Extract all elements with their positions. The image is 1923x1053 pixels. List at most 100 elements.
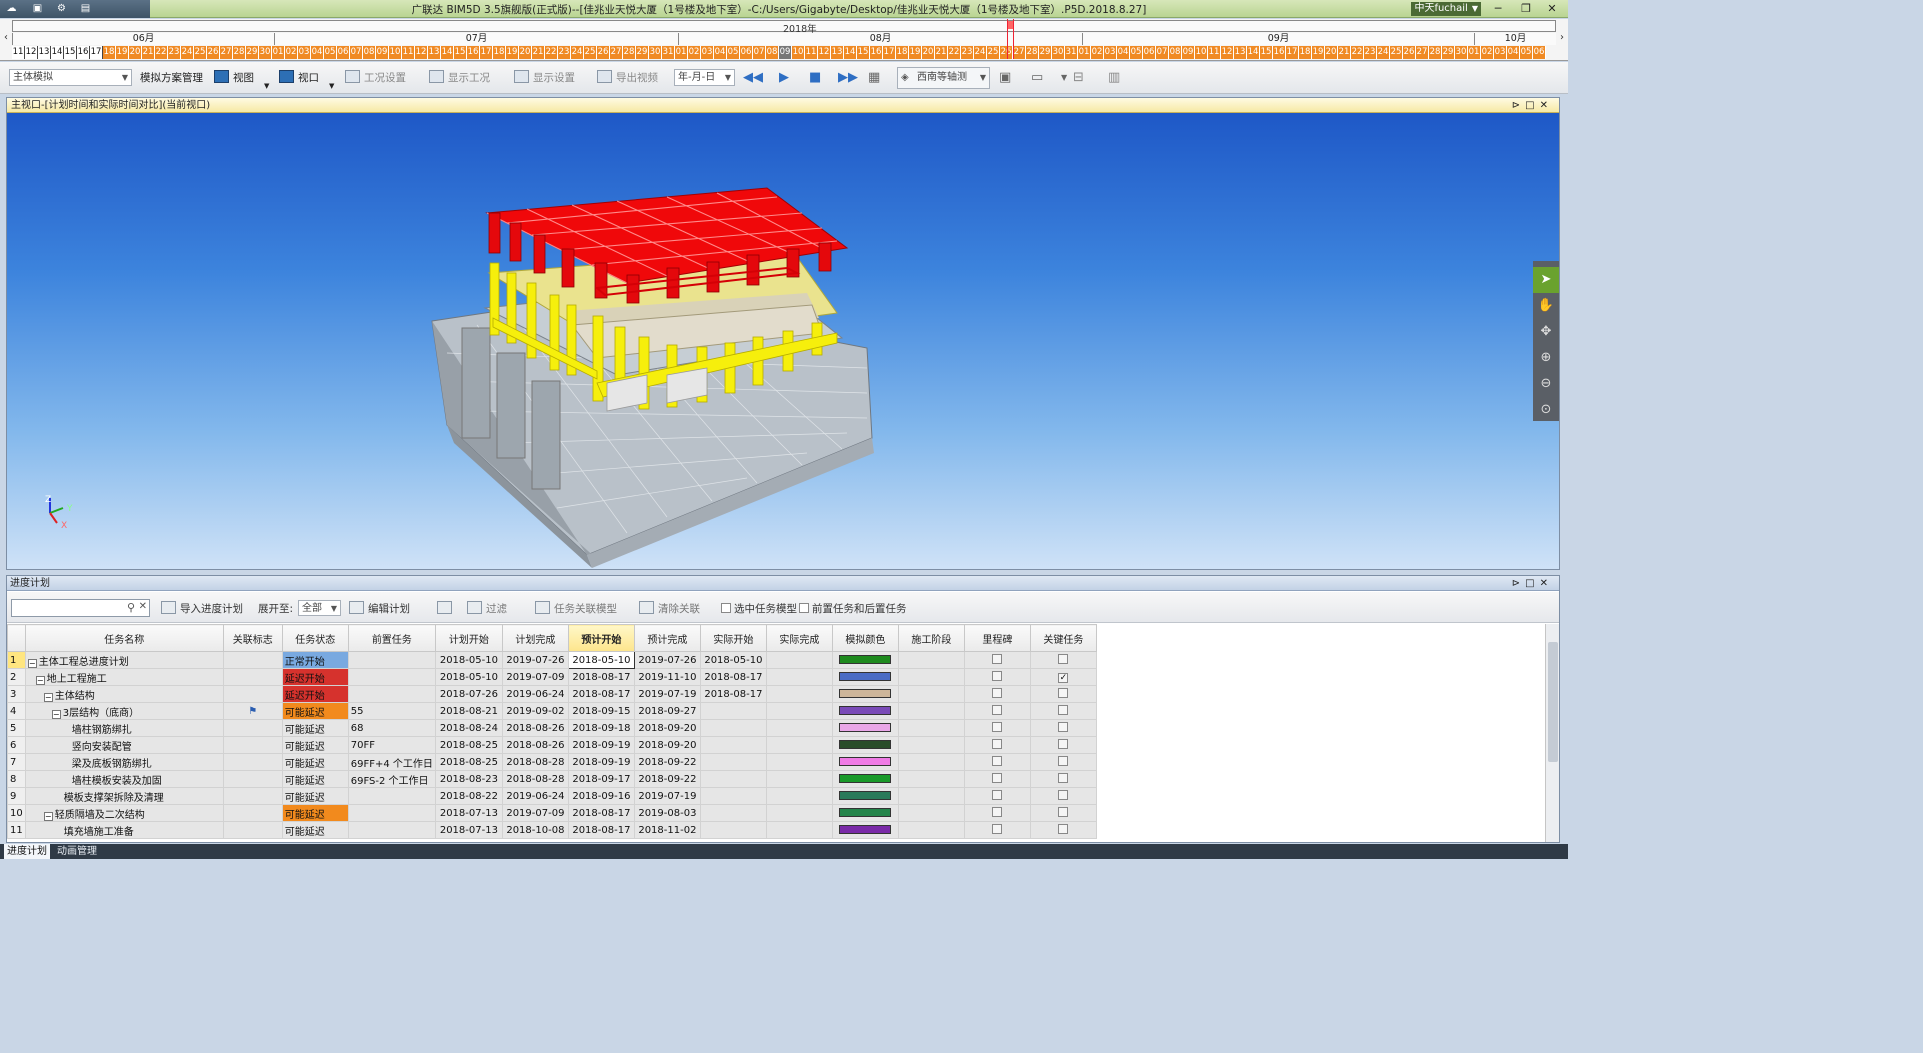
column-header[interactable]: 关键任务 [1029,624,1097,652]
key-task-cell[interactable] [1029,685,1097,703]
row-number[interactable]: 8 [7,770,26,788]
task-status[interactable]: 可能延迟 [281,736,349,754]
select-cursor-icon[interactable]: ➤ [1533,267,1559,293]
timeline-day[interactable]: 12 [818,46,831,59]
timeline-day[interactable]: 07 [1156,46,1169,59]
timeline-day[interactable]: 24 [1377,46,1390,59]
key-task-cell[interactable] [1029,770,1097,788]
plan-manage-button[interactable]: 模拟方案管理 [140,69,203,87]
key-task-cell[interactable] [1029,702,1097,720]
filter-button[interactable]: 过滤 [467,601,507,617]
timeline-day[interactable]: 12 [415,46,428,59]
timeline-day[interactable]: 15 [64,46,77,59]
timeline-day[interactable]: 12 [1221,46,1234,59]
chevron-down-icon[interactable]: ▼ [1061,69,1067,87]
actual-finish-cell[interactable] [765,821,833,839]
timeline-day[interactable]: 05 [324,46,337,59]
simulation-mode-select[interactable]: 主体模拟 ▼ [9,69,132,86]
est-start-cell[interactable]: 2018-09-18 [567,719,635,737]
timeline-day[interactable]: 26 [597,46,610,59]
predecessor-cell[interactable] [347,821,436,839]
milestone-cell[interactable] [963,668,1031,686]
timeline-day[interactable]: 16 [870,46,883,59]
key-task-cell[interactable] [1029,821,1097,839]
column-header[interactable]: 预计完成 [633,624,701,652]
timeline-day[interactable]: 20 [922,46,935,59]
frame-settings-icon[interactable]: ▦ [868,69,880,87]
milestone-checkbox[interactable] [992,687,1003,698]
timeline-day[interactable]: 21 [142,46,155,59]
timeline-day[interactable]: 28 [1429,46,1442,59]
pre-post-checkbox[interactable]: 前置任务和后置任务 [799,601,907,617]
row-number[interactable]: 5 [7,719,26,737]
zoom-extents-icon[interactable]: ⊙ [1533,397,1559,423]
est-start-cell[interactable]: 2018-08-17 [567,804,635,822]
measure-icon[interactable]: ▭ [1031,69,1043,87]
table-row[interactable]: 11 填充墙施工准备 可能延迟 2018-07-13 2018-10-08 2018-08… [7,821,1097,839]
timeline-day[interactable]: 28 [233,46,246,59]
close-button[interactable]: ✕ [1540,1,1564,16]
timeline-day[interactable]: 27 [1416,46,1429,59]
column-header[interactable]: 实际完成 [765,624,833,652]
est-start-cell[interactable]: 2018-09-19 [567,753,635,771]
link-flag-icon[interactable] [222,821,283,839]
gear-icon[interactable]: ⚙ [54,2,69,15]
plan-start-cell[interactable]: 2018-05-10 [434,651,503,669]
timeline-left-arrow-icon[interactable]: ‹ [0,31,12,45]
milestone-cell[interactable] [963,719,1031,737]
table-row[interactable]: 2− 地上工程施工 延迟开始 2018-05-10 2019-07-09 2018-08-… [7,668,1097,686]
timeline-day[interactable]: 10 [792,46,805,59]
timeline-day[interactable]: 14 [1247,46,1260,59]
plan-finish-cell[interactable]: 2018-08-26 [501,719,569,737]
timeline-day[interactable]: 14 [441,46,454,59]
plan-finish-cell[interactable]: 2018-08-28 [501,753,569,771]
est-finish-cell[interactable]: 2018-09-22 [633,753,701,771]
task-status[interactable]: 可能延迟 [281,719,349,737]
row-number[interactable]: 6 [7,736,26,754]
time-slider-handle[interactable] [1008,21,1013,29]
collapse-toggle-icon[interactable]: − [43,692,53,702]
collapse-toggle-icon[interactable]: − [27,658,37,668]
timeline-day[interactable]: 05 [727,46,740,59]
refresh-icon[interactable] [437,601,456,617]
est-start-cell[interactable]: 2018-08-17 [567,685,635,703]
est-finish-cell[interactable]: 2018-09-22 [633,770,701,788]
viewport-button[interactable]: 视口 ▼ [279,69,334,90]
table-row[interactable]: 5 墙柱钢筋绑扎 可能延迟 68 2018-08-24 2018-08-26 2018-09… [7,719,1097,737]
sim-color-cell[interactable] [831,821,899,839]
timeline-day[interactable]: 27 [220,46,233,59]
plan-finish-cell[interactable]: 2019-09-02 [501,702,569,720]
timeline-day[interactable]: 30 [259,46,272,59]
current-time-marker[interactable] [1007,19,1014,59]
table-row[interactable]: 1− 主体工程总进度计划 正常开始 2018-05-10 2019-07-26 2018-… [7,651,1097,669]
predecessor-cell[interactable] [347,685,436,703]
key-task-checkbox[interactable] [1058,687,1069,698]
link-flag-icon[interactable] [222,736,283,754]
milestone-checkbox[interactable] [992,670,1003,681]
phase-cell[interactable] [897,736,965,754]
plan-start-cell[interactable]: 2018-05-10 [434,668,503,686]
timeline-day[interactable]: 17 [480,46,493,59]
timeline-day[interactable]: 06 [337,46,350,59]
key-task-checkbox[interactable] [1058,653,1069,664]
table-row[interactable]: 3− 主体结构 延迟开始 2018-07-26 2019-06-24 2018-08-17… [7,685,1097,703]
restore-button[interactable]: ❐ [1514,1,1538,16]
timeline-day[interactable]: 27 [1013,46,1026,59]
timeline-day[interactable]: 11 [1208,46,1221,59]
predecessor-cell[interactable] [347,787,436,805]
sim-color-cell[interactable] [831,719,899,737]
task-status[interactable]: 可能延迟 [281,702,349,720]
task-name-cell[interactable]: 墙柱模板安装及加固 [24,770,224,788]
timeline-day[interactable]: 22 [948,46,961,59]
task-status[interactable]: 可能延迟 [281,787,349,805]
timeline-day[interactable]: 31 [1065,46,1078,59]
collapse-toggle-icon[interactable]: − [43,811,53,821]
minimize-button[interactable]: ─ [1486,1,1510,16]
row-number[interactable]: 1 [7,651,26,669]
timeline-day[interactable]: 10 [389,46,402,59]
timeline-day[interactable]: 04 [1117,46,1130,59]
timeline-day[interactable]: 03 [298,46,311,59]
link-flag-icon[interactable] [222,685,283,703]
plan-finish-cell[interactable]: 2018-08-28 [501,770,569,788]
link-flag-icon[interactable] [222,804,283,822]
